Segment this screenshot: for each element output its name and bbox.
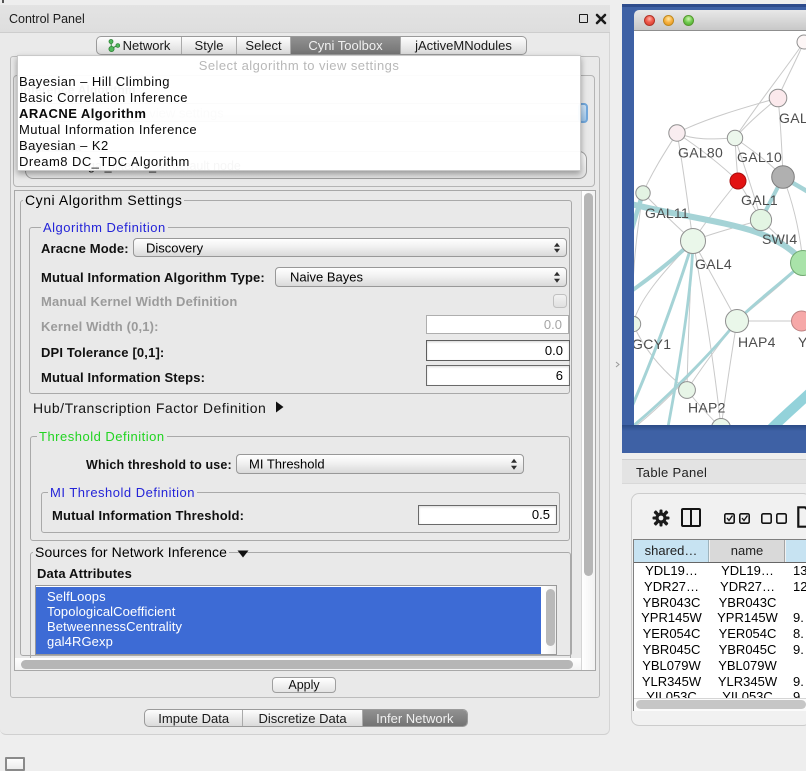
svg-text:HAP2: HAP2 xyxy=(688,400,726,416)
svg-text:GAL7: GAL7 xyxy=(779,110,806,126)
svg-text:HAP4: HAP4 xyxy=(738,334,776,350)
svg-text:GAL1: GAL1 xyxy=(741,192,778,208)
svg-text:GAL80: GAL80 xyxy=(678,145,723,161)
svg-text:Y: Y xyxy=(798,334,806,350)
svg-text:SWI4: SWI4 xyxy=(762,231,797,247)
svg-text:GAL4: GAL4 xyxy=(695,256,732,272)
svg-text:GAL11: GAL11 xyxy=(645,205,689,221)
svg-text:GAL10: GAL10 xyxy=(737,149,782,165)
svg-text:GCY1: GCY1 xyxy=(634,336,671,352)
